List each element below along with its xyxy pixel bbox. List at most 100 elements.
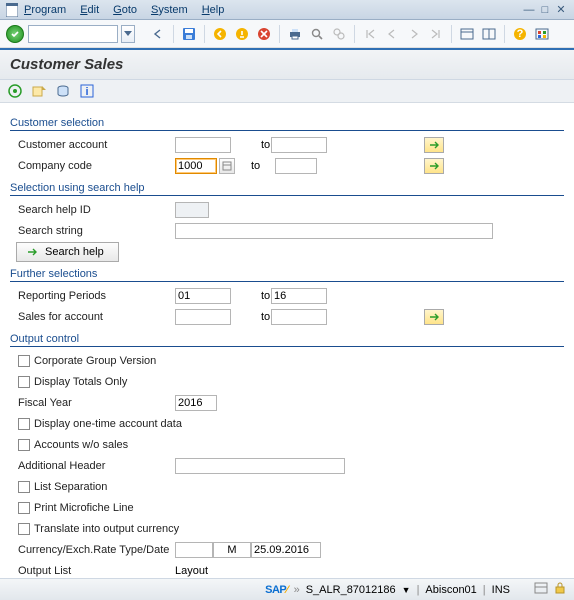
- command-dropdown[interactable]: [121, 25, 135, 43]
- exch-rate-type[interactable]: [213, 542, 251, 558]
- customer-account-label: Customer account: [10, 139, 175, 151]
- corporate-group-checkbox[interactable]: [18, 355, 30, 367]
- exit-icon[interactable]: [233, 25, 251, 43]
- to-label: to: [231, 290, 271, 302]
- search-string-label: Search string: [10, 225, 175, 237]
- section-further-selections: Further selections: [10, 268, 564, 282]
- status-bar: SAP⁄ » S_ALR_87012186 ▼ | Abiscon01 | IN…: [0, 578, 574, 600]
- to-label: to: [231, 139, 271, 151]
- status-system: Abiscon01: [425, 584, 476, 596]
- layout-icon[interactable]: [480, 25, 498, 43]
- totals-only-label: Display Totals Only: [34, 376, 127, 388]
- status-tcode[interactable]: S_ALR_87012186: [306, 584, 396, 596]
- menu-bar: Program Edit Goto System Help — □ ✕: [0, 0, 574, 20]
- close-icon[interactable]: ✕: [554, 3, 568, 17]
- back-icon[interactable]: [211, 25, 229, 43]
- svg-text:i: i: [85, 86, 88, 98]
- company-code-multiselect[interactable]: [424, 158, 444, 174]
- sales-for-account-to[interactable]: [271, 309, 327, 325]
- standard-toolbar: ?: [0, 20, 574, 48]
- cancel-icon[interactable]: [255, 25, 273, 43]
- reporting-periods-from[interactable]: [175, 288, 231, 304]
- selection-screen: Customer selection Customer account to C…: [0, 103, 574, 595]
- search-help-button-label: Search help: [45, 246, 104, 258]
- currency-label: Currency/Exch.Rate Type/Date: [10, 544, 175, 556]
- help-icon[interactable]: ?: [511, 25, 529, 43]
- menu-goto[interactable]: Goto: [113, 4, 137, 16]
- company-code-from[interactable]: [175, 158, 217, 174]
- execute-icon[interactable]: [6, 83, 24, 99]
- menu-program[interactable]: Program: [24, 4, 66, 16]
- microfiche-checkbox[interactable]: [18, 502, 30, 514]
- find-icon[interactable]: [308, 25, 326, 43]
- info-icon[interactable]: i: [78, 83, 96, 99]
- translate-label: Translate into output currency: [34, 523, 179, 535]
- sales-for-account-label: Sales for account: [10, 311, 175, 323]
- microfiche-label: Print Microfiche Line: [34, 502, 134, 514]
- corporate-group-label: Corporate Group Version: [34, 355, 156, 367]
- sales-for-account-multiselect[interactable]: [424, 309, 444, 325]
- currency-field[interactable]: [175, 542, 213, 558]
- layout-label: Layout: [175, 565, 231, 577]
- search-string[interactable]: [175, 223, 493, 239]
- to-label: to: [235, 160, 275, 172]
- reporting-periods-label: Reporting Periods: [10, 290, 175, 302]
- maximize-icon[interactable]: □: [538, 3, 552, 17]
- menu-system[interactable]: System: [151, 4, 188, 16]
- find-next-icon[interactable]: [330, 25, 348, 43]
- last-page-icon[interactable]: [427, 25, 445, 43]
- ok-button[interactable]: [6, 25, 24, 43]
- save-icon[interactable]: [180, 25, 198, 43]
- search-help-id[interactable]: [175, 202, 209, 218]
- search-help-id-label: Search help ID: [10, 204, 175, 216]
- section-search-help: Selection using search help: [10, 182, 564, 196]
- section-customer-selection: Customer selection: [10, 117, 564, 131]
- window-menu-icon[interactable]: [6, 3, 18, 17]
- data-source-icon[interactable]: [54, 83, 72, 99]
- application-toolbar: i: [0, 80, 574, 103]
- command-field[interactable]: [28, 25, 118, 43]
- list-sep-checkbox[interactable]: [18, 481, 30, 493]
- one-time-label: Display one-time account data: [34, 418, 182, 430]
- new-session-icon[interactable]: [458, 25, 476, 43]
- customer-account-from[interactable]: [175, 137, 231, 153]
- customer-account-multiselect[interactable]: [424, 137, 444, 153]
- collapse-icon[interactable]: [149, 25, 167, 43]
- company-code-f4-icon[interactable]: [219, 158, 235, 174]
- menu-help[interactable]: Help: [202, 4, 225, 16]
- no-sales-label: Accounts w/o sales: [34, 439, 128, 451]
- sap-logo: SAP⁄: [265, 584, 287, 596]
- totals-only-checkbox[interactable]: [18, 376, 30, 388]
- next-page-icon[interactable]: [405, 25, 423, 43]
- output-list-label: Output List: [10, 565, 175, 577]
- translate-checkbox[interactable]: [18, 523, 30, 535]
- company-code-label: Company code: [10, 160, 175, 172]
- additional-header[interactable]: [175, 458, 345, 474]
- settings-icon[interactable]: [533, 25, 551, 43]
- status-layout-icon[interactable]: [534, 582, 548, 597]
- no-sales-checkbox[interactable]: [18, 439, 30, 451]
- fiscal-year-label: Fiscal Year: [10, 397, 175, 409]
- prev-page-icon[interactable]: [383, 25, 401, 43]
- list-sep-label: List Separation: [34, 481, 107, 493]
- section-output-control: Output control: [10, 333, 564, 347]
- search-help-button[interactable]: Search help: [16, 242, 119, 262]
- company-code-to[interactable]: [275, 158, 317, 174]
- svg-text:?: ?: [517, 28, 524, 40]
- status-lock-icon[interactable]: [554, 582, 566, 597]
- to-label: to: [231, 311, 271, 323]
- print-icon[interactable]: [286, 25, 304, 43]
- reporting-periods-to[interactable]: [271, 288, 327, 304]
- exch-rate-date[interactable]: [251, 542, 321, 558]
- one-time-checkbox[interactable]: [18, 418, 30, 430]
- get-variant-icon[interactable]: [30, 83, 48, 99]
- first-page-icon[interactable]: [361, 25, 379, 43]
- sales-for-account-from[interactable]: [175, 309, 231, 325]
- status-mode: INS: [492, 584, 510, 596]
- menu-edit[interactable]: Edit: [80, 4, 99, 16]
- minimize-icon[interactable]: —: [522, 3, 536, 17]
- dropdown-icon[interactable]: ▼: [402, 585, 411, 595]
- page-title: Customer Sales: [10, 56, 564, 73]
- customer-account-to[interactable]: [271, 137, 327, 153]
- fiscal-year[interactable]: [175, 395, 217, 411]
